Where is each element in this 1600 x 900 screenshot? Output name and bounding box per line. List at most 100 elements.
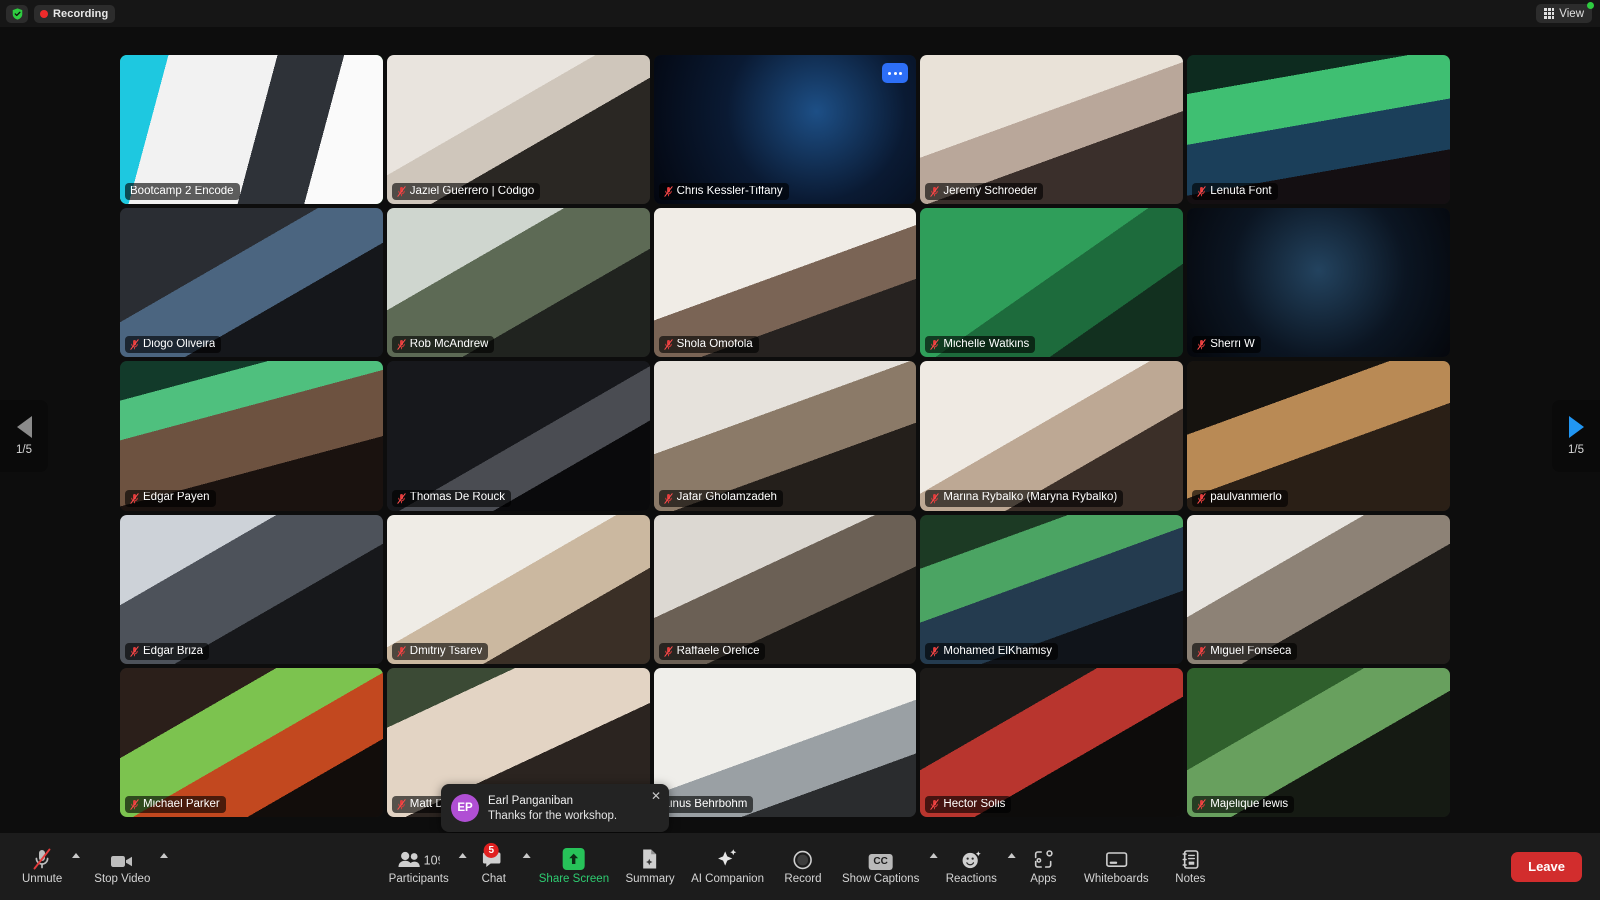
participant-name-bar: Linus Behrbohm <box>658 795 754 813</box>
participant-name-bar: paulvanmierlo <box>1192 489 1288 507</box>
participant-name-label: Sherri W <box>1210 339 1255 351</box>
video-options-chevron-icon[interactable] <box>160 853 169 858</box>
reactions-button[interactable]: Reactions <box>937 845 1005 889</box>
participant-name-label: Mohamed ElKhamisy <box>943 645 1053 657</box>
participant-name-label: Majelique lewis <box>1210 798 1289 810</box>
summary-label: Summary <box>625 872 675 885</box>
participant-tile[interactable]: Thomas De Rouck <box>386 361 650 511</box>
microphone-muted-icon <box>1197 799 1206 810</box>
microphone-muted-icon <box>930 646 940 657</box>
top-bar-left: Recording <box>0 4 116 23</box>
microphone-muted-icon <box>1197 339 1206 351</box>
participant-video <box>920 55 1184 205</box>
participant-tile[interactable]: Lenuta Font <box>1187 55 1450 205</box>
participant-video <box>386 361 650 511</box>
participant-gallery: Bootcamp 2 Encode Jaziel Guerrero | Códig… <box>120 55 1450 817</box>
participant-tile[interactable]: Hector Solis <box>920 667 1184 817</box>
participant-tile[interactable]: Majelique lewis <box>1187 667 1450 817</box>
participant-tile[interactable]: Jaziel Guerrero | Código <box>386 55 650 205</box>
participant-video <box>1187 55 1450 205</box>
chat-unread-badge: 5 <box>483 842 499 858</box>
participant-tile[interactable]: Mohamed ElKhamisy <box>920 514 1184 664</box>
share-screen-button[interactable]: Share Screen <box>531 845 617 889</box>
participant-name-bar: Lenuta Font <box>1192 183 1278 201</box>
meeting-toolbar: Unmute Stop Video 10 Participants 5 Chat… <box>0 833 1600 900</box>
participant-name-label: paulvanmierlo <box>1210 492 1282 504</box>
participant-video <box>120 361 383 511</box>
next-page-button[interactable]: 1/5 <box>1552 400 1600 472</box>
video-group: Stop Video <box>86 845 169 889</box>
participant-video <box>1187 514 1450 664</box>
chat-bubble-icon: 5 <box>482 842 505 870</box>
previous-page-button[interactable]: 1/5 <box>0 400 48 472</box>
participant-name-label: Jafar Gholamzadeh <box>676 492 777 504</box>
chat-notification-toast[interactable]: EP Earl Panganiban Thanks for the worksh… <box>441 784 669 832</box>
captions-options-chevron-icon[interactable] <box>929 853 938 858</box>
record-circle-icon <box>793 848 813 870</box>
participant-tile[interactable]: Michelle Watkins <box>920 208 1184 358</box>
participant-video <box>653 208 917 358</box>
participant-name-label: Chris Kessler-Tiffany <box>676 185 783 197</box>
participant-name-label: Edgar Payen <box>143 492 210 504</box>
participant-tile[interactable]: Sherri W <box>1187 208 1450 358</box>
participant-name-label: Hector Solis <box>943 798 1006 810</box>
whiteboards-button[interactable]: Whiteboards <box>1071 845 1161 889</box>
close-icon[interactable]: ✕ <box>651 790 661 802</box>
participant-name-bar: Hector Solis <box>925 795 1012 813</box>
participant-name-bar: Dmitriy Tsarev <box>391 642 489 660</box>
top-bar-right: View <box>1536 2 1600 23</box>
participant-tile[interactable]: Jafar Gholamzadeh <box>653 361 917 511</box>
participant-tile[interactable]: Edgar Payen <box>120 361 383 511</box>
participant-tile[interactable]: Jeremy Schroeder <box>920 55 1184 205</box>
participant-tile[interactable]: Chris Kessler-Tiffany <box>653 55 917 205</box>
participant-tile[interactable]: Raffaele Orefice <box>653 514 917 664</box>
view-label: View <box>1559 7 1584 20</box>
grid-icon <box>1544 8 1555 19</box>
next-page-label: 1/5 <box>1568 444 1584 456</box>
shield-check-icon[interactable] <box>6 4 28 23</box>
chat-button[interactable]: 5 Chat <box>467 842 521 889</box>
microphone-muted-icon <box>130 799 139 810</box>
participants-options-chevron-icon[interactable] <box>458 853 467 858</box>
chat-label: Chat <box>481 872 506 885</box>
record-button[interactable]: Record <box>772 845 834 889</box>
participants-count: 109 <box>424 853 440 867</box>
participant-tile[interactable]: paulvanmierlo <box>1187 361 1450 511</box>
unmute-button[interactable]: Unmute <box>14 845 70 889</box>
notes-label: Notes <box>1175 872 1206 885</box>
participant-tile[interactable]: Shola Omofola <box>653 208 917 358</box>
chat-options-chevron-icon[interactable] <box>522 853 531 858</box>
participant-video <box>120 514 383 664</box>
participant-tile[interactable]: Diogo Oliveira <box>120 208 383 358</box>
notes-button[interactable]: Notes <box>1161 845 1219 889</box>
participant-tile[interactable]: Michael Parker <box>120 667 383 817</box>
toolbar-left-group: Unmute Stop Video <box>14 833 169 900</box>
mic-options-chevron-icon[interactable] <box>72 853 81 858</box>
participant-tile[interactable]: Rob McAndrew <box>386 208 650 358</box>
show-captions-button[interactable]: CC Show Captions <box>834 845 927 889</box>
participant-name-label: Edgar Briza <box>143 645 204 657</box>
more-options-icon[interactable] <box>882 63 909 83</box>
participant-tile[interactable]: Edgar Briza <box>120 514 383 664</box>
participant-tile[interactable]: Bootcamp 2 Encode <box>120 55 383 205</box>
participant-tile[interactable]: Marina Rybalko (Maryna Rybalko) <box>920 361 1184 511</box>
show-captions-label: Show Captions <box>841 872 920 885</box>
reactions-options-chevron-icon[interactable] <box>1007 853 1016 858</box>
participant-name-label: Jeremy Schroeder <box>943 185 1038 197</box>
ai-companion-button[interactable]: AI Companion <box>683 845 772 889</box>
participant-name-bar: Jeremy Schroeder <box>925 183 1044 201</box>
participant-name-label: Bootcamp 2 Encode <box>130 185 234 197</box>
apps-button[interactable]: Apps <box>1015 845 1071 889</box>
participants-label: Participants <box>388 872 449 885</box>
leave-button[interactable]: Leave <box>1511 851 1582 882</box>
summary-button[interactable]: Summary <box>617 845 683 889</box>
view-button[interactable]: View <box>1536 2 1594 23</box>
microphone-muted-icon <box>663 646 673 657</box>
participant-tile[interactable]: Miguel Fonseca <box>1187 514 1450 664</box>
recording-indicator[interactable]: Recording <box>34 4 116 23</box>
participants-button[interactable]: 109 Participants <box>381 845 457 889</box>
participant-tile[interactable]: Dmitriy Tsarev <box>386 514 650 664</box>
participant-tile[interactable]: Linus Behrbohm <box>653 667 917 817</box>
microphone-muted-icon <box>930 799 940 810</box>
stop-video-button[interactable]: Stop Video <box>86 845 158 889</box>
